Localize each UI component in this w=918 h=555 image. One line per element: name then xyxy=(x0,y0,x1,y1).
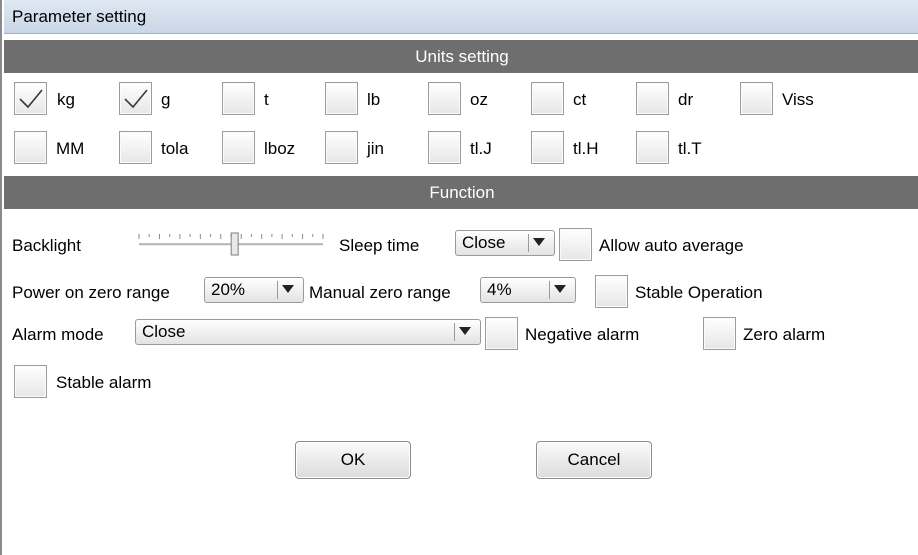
triangle-down-icon[interactable] xyxy=(277,281,299,299)
unit-label-mm: MM xyxy=(56,139,85,158)
unit-option-viss[interactable]: Viss xyxy=(740,82,840,116)
triangle-down-icon[interactable] xyxy=(454,323,476,341)
allow-auto-average-checkbox[interactable] xyxy=(559,228,592,261)
stable-operation-checkbox[interactable] xyxy=(595,275,628,308)
unit-option-ct[interactable]: ct xyxy=(531,82,631,116)
unit-label-ct: ct xyxy=(573,90,587,109)
backlight-slider[interactable] xyxy=(133,228,329,260)
negative-alarm-checkbox[interactable] xyxy=(485,317,518,350)
ok-button[interactable]: OK xyxy=(295,441,411,479)
sleep-time-value: Close xyxy=(462,233,506,252)
unit-checkbox-tola[interactable] xyxy=(119,131,152,164)
unit-checkbox-tl-h[interactable] xyxy=(531,131,564,164)
backlight-label: Backlight xyxy=(12,236,81,255)
unit-label-lb: lb xyxy=(367,90,381,109)
unit-checkbox-mm[interactable] xyxy=(14,131,47,164)
triangle-down-icon[interactable] xyxy=(549,281,571,299)
alarm-mode-select[interactable]: Close xyxy=(135,319,481,345)
slider-track-icon xyxy=(138,232,324,256)
cancel-button[interactable]: Cancel xyxy=(536,441,652,479)
unit-checkbox-t[interactable] xyxy=(222,82,255,115)
unit-option-tola[interactable]: tola xyxy=(119,131,219,165)
sleep-time-select[interactable]: Close xyxy=(455,230,555,256)
unit-label-tl-t: tl.T xyxy=(678,139,702,158)
unit-option-tl-t[interactable]: tl.T xyxy=(636,131,736,165)
unit-label-tola: tola xyxy=(161,139,189,158)
manual-zero-range-select[interactable]: 4% xyxy=(480,277,576,303)
power-on-zero-range-select[interactable]: 20% xyxy=(204,277,304,303)
unit-checkbox-dr[interactable] xyxy=(636,82,669,115)
unit-checkbox-oz[interactable] xyxy=(428,82,461,115)
unit-option-lboz[interactable]: lboz xyxy=(222,131,322,165)
unit-checkbox-viss[interactable] xyxy=(740,82,773,115)
unit-option-kg[interactable]: kg xyxy=(14,82,114,116)
power-on-zero-range-value: 20% xyxy=(211,280,246,299)
unit-label-tl-h: tl.H xyxy=(573,139,599,158)
parameter-setting-dialog: Parameter setting Units setting kg g t lb oz… xyxy=(0,0,918,555)
title-bar: Parameter setting xyxy=(4,0,918,34)
unit-option-lb[interactable]: lb xyxy=(325,82,425,116)
stable-alarm-label: Stable alarm xyxy=(56,373,152,392)
zero-alarm-checkbox[interactable] xyxy=(703,317,736,350)
zero-alarm-label: Zero alarm xyxy=(743,325,826,344)
alarm-mode-label: Alarm mode xyxy=(12,325,104,344)
unit-checkbox-jin[interactable] xyxy=(325,131,358,164)
unit-label-oz: oz xyxy=(470,90,488,109)
unit-option-jin[interactable]: jin xyxy=(325,131,425,165)
unit-label-kg: kg xyxy=(57,90,75,109)
stable-operation-label: Stable Operation xyxy=(635,283,763,302)
manual-zero-range-label: Manual zero range xyxy=(309,283,451,302)
power-on-zero-range-label: Power on zero range xyxy=(12,283,170,302)
unit-checkbox-g[interactable] xyxy=(119,82,152,115)
unit-label-g: g xyxy=(161,90,171,109)
window-title: Parameter setting xyxy=(12,7,147,26)
unit-option-dr[interactable]: dr xyxy=(636,82,736,116)
unit-option-tl-h[interactable]: tl.H xyxy=(531,131,631,165)
unit-label-t: t xyxy=(264,90,269,109)
unit-label-lboz: lboz xyxy=(264,139,296,158)
allow-auto-average-label: Allow auto average xyxy=(599,236,744,255)
unit-label-tl-j: tl.J xyxy=(470,139,492,158)
unit-checkbox-tl-t[interactable] xyxy=(636,131,669,164)
unit-checkbox-ct[interactable] xyxy=(531,82,564,115)
function-header: Function xyxy=(4,176,918,209)
slider-thumb[interactable] xyxy=(230,232,239,256)
unit-label-viss: Viss xyxy=(782,90,814,109)
unit-option-oz[interactable]: oz xyxy=(428,82,528,116)
manual-zero-range-value: 4% xyxy=(487,280,512,299)
unit-checkbox-lboz[interactable] xyxy=(222,131,255,164)
unit-option-t[interactable]: t xyxy=(222,82,322,116)
sleep-time-label: Sleep time xyxy=(339,236,420,255)
triangle-down-icon[interactable] xyxy=(528,234,550,252)
negative-alarm-label: Negative alarm xyxy=(525,325,640,344)
stable-alarm-checkbox[interactable] xyxy=(14,365,47,398)
unit-checkbox-tl-j[interactable] xyxy=(428,131,461,164)
unit-checkbox-kg[interactable] xyxy=(14,82,47,115)
unit-label-jin: jin xyxy=(367,139,385,158)
unit-option-tl-j[interactable]: tl.J xyxy=(428,131,528,165)
unit-option-g[interactable]: g xyxy=(119,82,219,116)
unit-option-mm[interactable]: MM xyxy=(14,131,114,165)
alarm-mode-value: Close xyxy=(142,322,186,341)
unit-checkbox-lb[interactable] xyxy=(325,82,358,115)
units-setting-header: Units setting xyxy=(4,40,918,73)
check-mark-icon xyxy=(124,89,148,109)
unit-label-dr: dr xyxy=(678,90,694,109)
check-mark-icon xyxy=(19,89,43,109)
